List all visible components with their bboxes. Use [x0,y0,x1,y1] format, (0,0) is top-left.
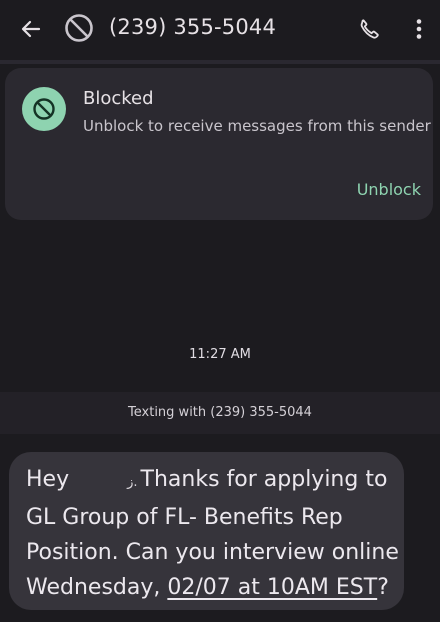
contact-blocked-avatar [62,11,96,45]
top-app-bar: (239) 355-5044 [0,0,440,58]
message-line4-start: Wednesday, [26,575,168,600]
date-time-link[interactable]: 02/07 at 10AM EST [167,575,377,600]
blocked-subtitle: Unblock to receive messages from this se… [83,117,431,135]
more-options-button[interactable] [404,12,434,46]
blocked-icon [65,14,93,42]
message-timestamp: 11:27 AM [189,347,251,362]
conversation-title: (239) 355-5044 [109,15,277,39]
unblock-button[interactable]: Unblock [353,178,425,201]
message-greeting: Hey [26,467,70,492]
message-line: GL Group of FL- Benefits Rep [26,505,343,530]
blocked-badge [22,87,66,131]
call-button[interactable] [352,12,386,46]
phone-icon [360,19,379,39]
texting-with-label: Texting with (239) 355-5044 [128,405,312,420]
message-line: Wednesday, 02/07 at 10AM EST? [26,570,398,605]
more-vert-icon [416,19,422,39]
message-text: Hey ز. Thanks for applying to GL Group of … [26,462,399,605]
top-divider [0,60,440,64]
back-button[interactable] [14,12,48,46]
message-line: Position. Can you interview online [26,540,399,565]
blocked-icon [33,98,55,120]
message-line: Hey ز. Thanks for applying to [26,462,398,500]
message-line4-end: ? [377,575,389,600]
texting-with-banner: Texting with (239) 355-5044 [0,392,440,434]
incoming-message-bubble[interactable]: Hey ز. Thanks for applying to GL Group of … [9,452,404,610]
name-fragment: ز. [127,475,138,490]
messaging-app: (239) 355-5044 Blocked Unblock to receiv… [0,0,440,622]
message-line1-end: Thanks for applying to [140,467,388,492]
back-arrow-icon [21,20,41,38]
blocked-banner-card: Blocked Unblock to receive messages from… [5,68,433,220]
blocked-title: Blocked [83,88,154,109]
